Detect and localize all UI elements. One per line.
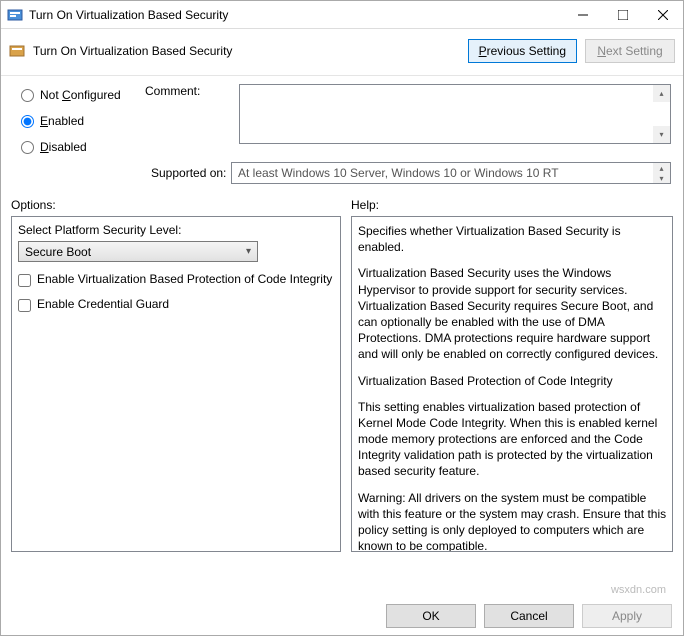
close-button[interactable] <box>643 1 683 29</box>
policy-icon <box>9 43 25 59</box>
radio-not-configured-input[interactable] <box>21 89 34 102</box>
scroll-down-icon[interactable]: ▾ <box>653 126 670 143</box>
checkbox-credential-guard-label: Enable Credential Guard <box>37 297 334 311</box>
options-label: Options: <box>11 198 341 212</box>
help-text: This setting enables virtualization base… <box>358 399 668 480</box>
apply-button[interactable]: Apply <box>582 604 672 628</box>
help-text: Specifies whether Virtualization Based S… <box>358 223 668 255</box>
help-text: Warning: All drivers on the system must … <box>358 490 668 552</box>
checkbox-credential-guard-input[interactable] <box>18 299 31 312</box>
nav-next-rest: ext Setting <box>606 44 663 58</box>
comment-scrollbar[interactable]: ▴ ▾ <box>653 85 670 143</box>
window-title: Turn On Virtualization Based Security <box>29 8 563 22</box>
ok-button[interactable]: OK <box>386 604 476 628</box>
radio-not-configured[interactable]: Not Configured <box>21 88 141 102</box>
watermark: wsxdn.com <box>611 584 666 596</box>
platform-security-value: Secure Boot <box>25 245 91 259</box>
scroll-up-icon[interactable]: ▴ <box>653 85 670 102</box>
policy-title: Turn On Virtualization Based Security <box>33 44 468 58</box>
platform-security-label: Select Platform Security Level: <box>18 223 334 237</box>
scroll-down-icon[interactable]: ▾ <box>653 173 670 183</box>
checkbox-code-integrity-label: Enable Virtualization Based Protection o… <box>37 272 334 286</box>
nav-prev-rest: revious Setting <box>487 44 566 58</box>
help-text: Virtualization Based Protection of Code … <box>358 373 668 389</box>
minimize-button[interactable] <box>563 1 603 29</box>
checkbox-credential-guard[interactable]: Enable Credential Guard <box>18 297 334 312</box>
state-radio-group: Not Configured Enabled Disabled <box>21 84 141 154</box>
next-setting-button[interactable]: Next Setting <box>585 39 675 63</box>
radio-disabled-input[interactable] <box>21 141 34 154</box>
comment-textarea[interactable]: ▴ ▾ <box>239 84 671 144</box>
supported-scrollbar[interactable]: ▴ ▾ <box>653 163 670 183</box>
scroll-up-icon[interactable]: ▴ <box>653 163 670 173</box>
cancel-button[interactable]: Cancel <box>484 604 574 628</box>
help-text: Virtualization Based Security uses the W… <box>358 265 668 362</box>
app-icon <box>7 7 23 23</box>
supported-on-field: At least Windows 10 Server, Windows 10 o… <box>231 162 671 184</box>
options-panel: Select Platform Security Level: Secure B… <box>11 216 341 552</box>
checkbox-code-integrity-input[interactable] <box>18 274 31 287</box>
previous-setting-button[interactable]: Previous Setting <box>468 39 577 63</box>
help-panel[interactable]: Specifies whether Virtualization Based S… <box>351 216 673 552</box>
radio-disabled[interactable]: Disabled <box>21 140 141 154</box>
platform-security-dropdown[interactable]: Secure Boot <box>18 241 258 262</box>
policy-header: Turn On Virtualization Based Security Pr… <box>1 29 683 76</box>
supported-on-label: Supported on: <box>21 166 231 180</box>
help-label: Help: <box>351 198 673 212</box>
maximize-button[interactable] <box>603 1 643 29</box>
radio-enabled[interactable]: Enabled <box>21 114 141 128</box>
dialog-buttons: OK Cancel Apply <box>386 604 672 628</box>
supported-on-text: At least Windows 10 Server, Windows 10 o… <box>238 166 559 180</box>
title-bar: Turn On Virtualization Based Security <box>1 1 683 29</box>
window-controls <box>563 1 683 29</box>
comment-label: Comment: <box>145 84 235 154</box>
radio-enabled-input[interactable] <box>21 115 34 128</box>
checkbox-code-integrity[interactable]: Enable Virtualization Based Protection o… <box>18 272 334 287</box>
